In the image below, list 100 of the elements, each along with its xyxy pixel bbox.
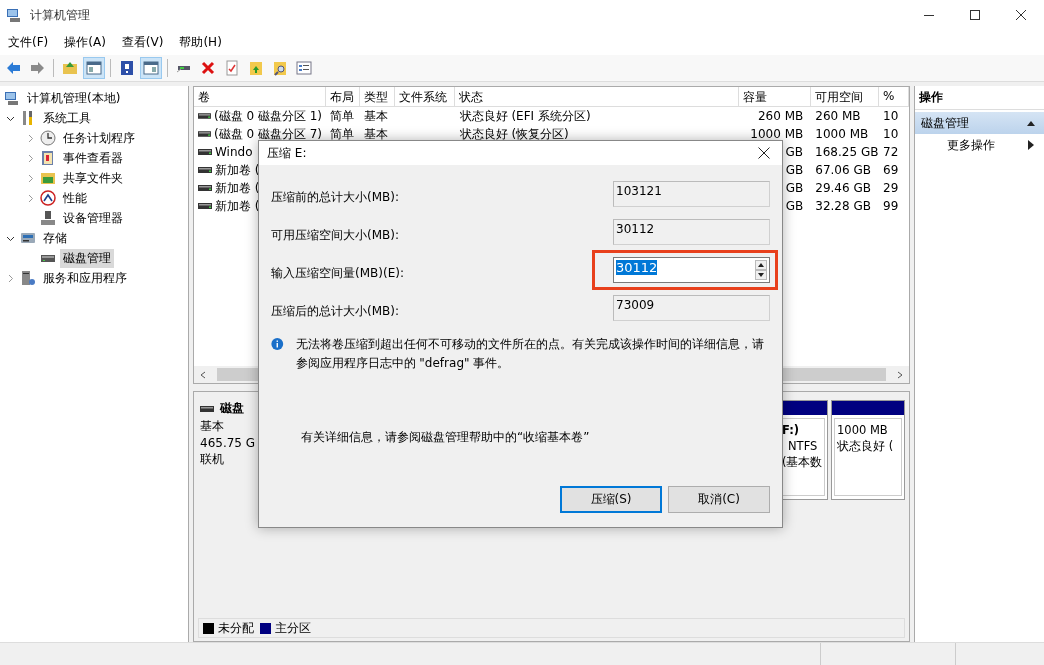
action-pane-icon — [143, 60, 159, 76]
partition-label: F:) — [782, 423, 801, 437]
column-header[interactable]: 容量 — [739, 87, 812, 106]
column-header[interactable]: % — [879, 87, 909, 106]
chevron-right-icon[interactable] — [6, 273, 15, 283]
table-cell: 基本 — [363, 107, 388, 125]
chevron-right-icon[interactable] — [26, 153, 35, 163]
info-icon — [271, 335, 284, 353]
tree-item[interactable]: 任务计划程序 — [60, 128, 138, 148]
window-title: 计算机管理 — [30, 6, 90, 24]
field-label: 压缩后的总计大小(MB): — [271, 302, 400, 320]
close-icon — [758, 147, 770, 159]
table-cell: 新加卷 ( — [215, 179, 260, 197]
table-cell: 10 — [883, 109, 899, 123]
logbook-icon — [40, 150, 56, 166]
disk-status: 联机 — [200, 451, 224, 468]
column-header[interactable]: 卷 — [194, 87, 326, 106]
drive-icon — [198, 167, 212, 173]
action-item[interactable]: 更多操作 — [915, 134, 1044, 156]
table-cell: 72 — [883, 145, 899, 159]
table-cell: GB — [785, 163, 804, 177]
menu-item[interactable]: 操作(A) — [56, 32, 114, 53]
server-icon — [20, 270, 36, 286]
table-cell: GB — [785, 145, 804, 159]
drive-icon — [198, 131, 211, 137]
table-cell: 新加卷 ( — [215, 161, 260, 179]
tree-item[interactable]: 磁盘管理 — [60, 248, 114, 268]
table-cell: 260 MB — [758, 109, 804, 123]
drive-icon — [198, 113, 211, 119]
readonly-field: 103121 — [613, 181, 770, 207]
spin-down-icon[interactable] — [755, 270, 767, 280]
info-message: 无法将卷压缩到超出任何不可移动的文件所在的点。有关完成该操作时间的详细信息，请参阅应用程序日志中的 "defrag" 事件。 — [295, 336, 765, 372]
properties-icon — [224, 60, 240, 76]
spin-up-icon[interactable] — [755, 260, 767, 270]
app-icon — [6, 7, 22, 23]
table-cell: 状态良好 (恢复分区) — [459, 125, 569, 143]
tree-item[interactable]: 事件查看器 — [60, 148, 126, 168]
chevron-right-icon[interactable] — [26, 193, 35, 203]
dialog-button[interactable]: 取消(C) — [668, 486, 770, 513]
column-header[interactable]: 文件系统 — [395, 87, 456, 106]
submenu-arrow-icon — [1028, 140, 1034, 150]
section-title: 磁盘管理 — [921, 114, 969, 132]
field-label: 压缩前的总计大小(MB): — [271, 188, 400, 206]
amount-spin-field[interactable]: 30112 — [613, 257, 770, 283]
menu-item[interactable]: 查看(V) — [113, 32, 172, 53]
column-header[interactable]: 可用空间 — [811, 87, 880, 106]
help-message: 有关详细信息，请参阅磁盘管理帮助中的“收缩基本卷” — [300, 429, 591, 446]
actions-header: 操作 — [915, 86, 1044, 110]
upload-folder-icon — [248, 60, 264, 76]
column-header[interactable]: 状态 — [455, 87, 740, 106]
forward-icon — [29, 60, 45, 76]
tree-item[interactable]: 服务和应用程序 — [40, 268, 130, 288]
disk-name: 磁盘 — [220, 400, 244, 417]
partition-size: 1000 MB — [837, 423, 889, 437]
tree-item[interactable]: 存储 — [40, 228, 70, 248]
back-icon — [5, 60, 21, 76]
clock-icon — [40, 130, 56, 146]
tree-item[interactable]: 设备管理器 — [60, 208, 126, 228]
chevron-right-icon[interactable] — [26, 133, 35, 143]
toolbar-tree-pane-button[interactable] — [83, 57, 105, 79]
toolbar-action-pane-button[interactable] — [140, 57, 162, 79]
tree-item[interactable]: 计算机管理(本地) — [24, 88, 124, 108]
dialog-button[interactable]: 压缩(S) — [560, 486, 662, 513]
table-cell: Windo — [215, 145, 253, 159]
table-cell: 29.46 GB — [815, 181, 871, 195]
table-cell: 99 — [883, 199, 899, 213]
chevron-right-icon[interactable] — [26, 173, 35, 183]
partition-block[interactable]: 1000 MB 状态良好 ( — [831, 400, 905, 500]
tree-item[interactable]: 共享文件夹 — [60, 168, 126, 188]
drive-icon — [200, 405, 214, 412]
table-cell: 10 — [883, 127, 899, 141]
shared-folder-icon — [40, 170, 56, 186]
collapse-triangle-icon[interactable] — [1026, 119, 1036, 127]
drive-icon — [198, 185, 212, 191]
tree-item[interactable]: 系统工具 — [40, 108, 94, 128]
partition-filesystem: NTFS — [787, 439, 819, 453]
tree-item[interactable]: 性能 — [60, 188, 90, 208]
scroll-right-icon[interactable] — [896, 370, 904, 379]
table-cell: 32.28 GB — [815, 199, 871, 213]
table-cell: 69 — [883, 163, 899, 177]
maximize-icon — [970, 10, 980, 20]
computer-icon — [4, 90, 20, 106]
partition-header-bar — [832, 401, 904, 415]
device-icon — [40, 210, 56, 226]
gauge-icon — [40, 190, 56, 206]
folder-up-icon — [62, 60, 78, 76]
storage-icon — [20, 230, 36, 246]
menu-item[interactable]: 帮助(H) — [171, 32, 230, 53]
legend-label: 未分配 — [218, 619, 254, 637]
actions-section[interactable]: 磁盘管理 — [915, 112, 1044, 134]
column-header[interactable]: 布局 — [325, 87, 360, 106]
table-cell: GB — [785, 181, 804, 195]
column-header[interactable]: 类型 — [359, 87, 396, 106]
menu-item[interactable]: 文件(F) — [0, 32, 57, 53]
delete-icon — [200, 60, 216, 76]
table-cell: 67.06 GB — [815, 163, 871, 177]
scroll-left-icon[interactable] — [199, 370, 207, 379]
table-cell: 简单 — [330, 125, 354, 143]
table-cell: 新加卷 ( — [215, 197, 260, 215]
action-label: 更多操作 — [947, 136, 995, 154]
